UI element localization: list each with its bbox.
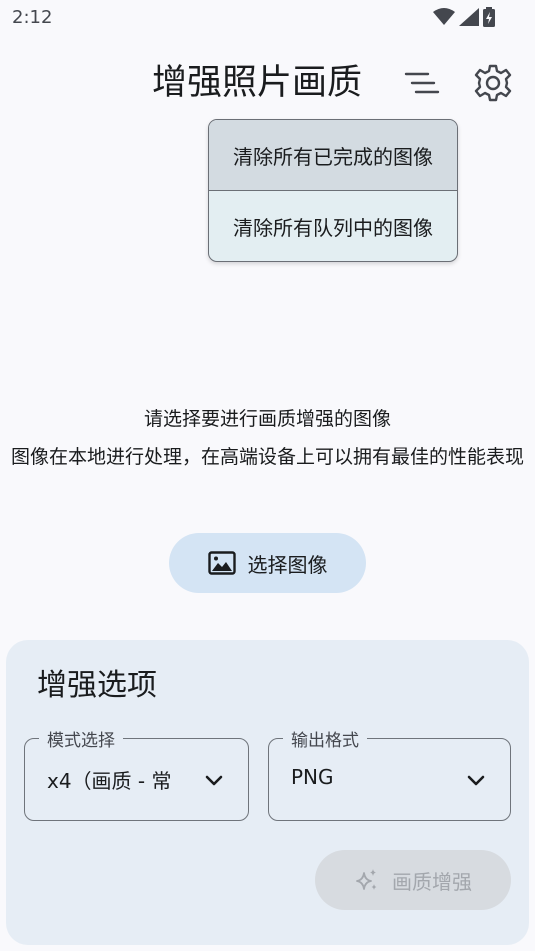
- choose-image-button[interactable]: 选择图像: [169, 533, 366, 593]
- enhance-button-label: 画质增强: [392, 869, 472, 894]
- gear-icon[interactable]: [472, 62, 514, 104]
- overflow-dropdown-menu: 清除所有已完成的图像 清除所有队列中的图像: [208, 119, 458, 262]
- wifi-icon: [433, 8, 455, 25]
- page-title: 增强照片画质: [152, 63, 363, 103]
- enhance-button[interactable]: 画质增强: [315, 850, 511, 910]
- image-icon: [207, 551, 236, 575]
- chevron-down-icon: [467, 775, 485, 786]
- status-icons: [433, 7, 495, 27]
- mode-select[interactable]: 模式选择 x4（画质 - 常: [24, 726, 249, 821]
- options-title: 增强选项: [37, 668, 157, 703]
- menu-item-clear-completed[interactable]: 清除所有已完成的图像: [209, 120, 457, 191]
- select-prompt: 请选择要进行画质增强的图像: [143, 408, 391, 430]
- sort-menu-icon[interactable]: [402, 65, 442, 105]
- status-time: 2:12: [12, 7, 53, 28]
- choose-image-label: 选择图像: [247, 552, 328, 577]
- battery-charging-icon: [483, 7, 495, 27]
- enhance-options-card: 增强选项 模式选择 x4（画质 - 常 输出格式 PNG 画质增强: [6, 640, 529, 945]
- mode-select-label: 模式选择: [39, 726, 123, 751]
- signal-icon: [459, 8, 479, 26]
- chevron-down-icon: [205, 775, 223, 786]
- processing-description: 图像在本地进行处理，在高端设备上可以拥有最佳的性能表现: [0, 442, 535, 472]
- sparkle-icon: [356, 869, 377, 890]
- mode-select-value: x4（画质 - 常: [47, 769, 172, 793]
- processing-description-text: 图像在本地进行处理，在高端设备上可以拥有最佳的性能表现: [10, 446, 524, 468]
- menu-item-clear-queued[interactable]: 清除所有队列中的图像: [209, 191, 457, 261]
- format-select-value: PNG: [291, 765, 334, 789]
- format-select-label: 输出格式: [283, 726, 367, 751]
- format-select[interactable]: 输出格式 PNG: [268, 726, 511, 821]
- status-bar: 2:12: [0, 0, 535, 36]
